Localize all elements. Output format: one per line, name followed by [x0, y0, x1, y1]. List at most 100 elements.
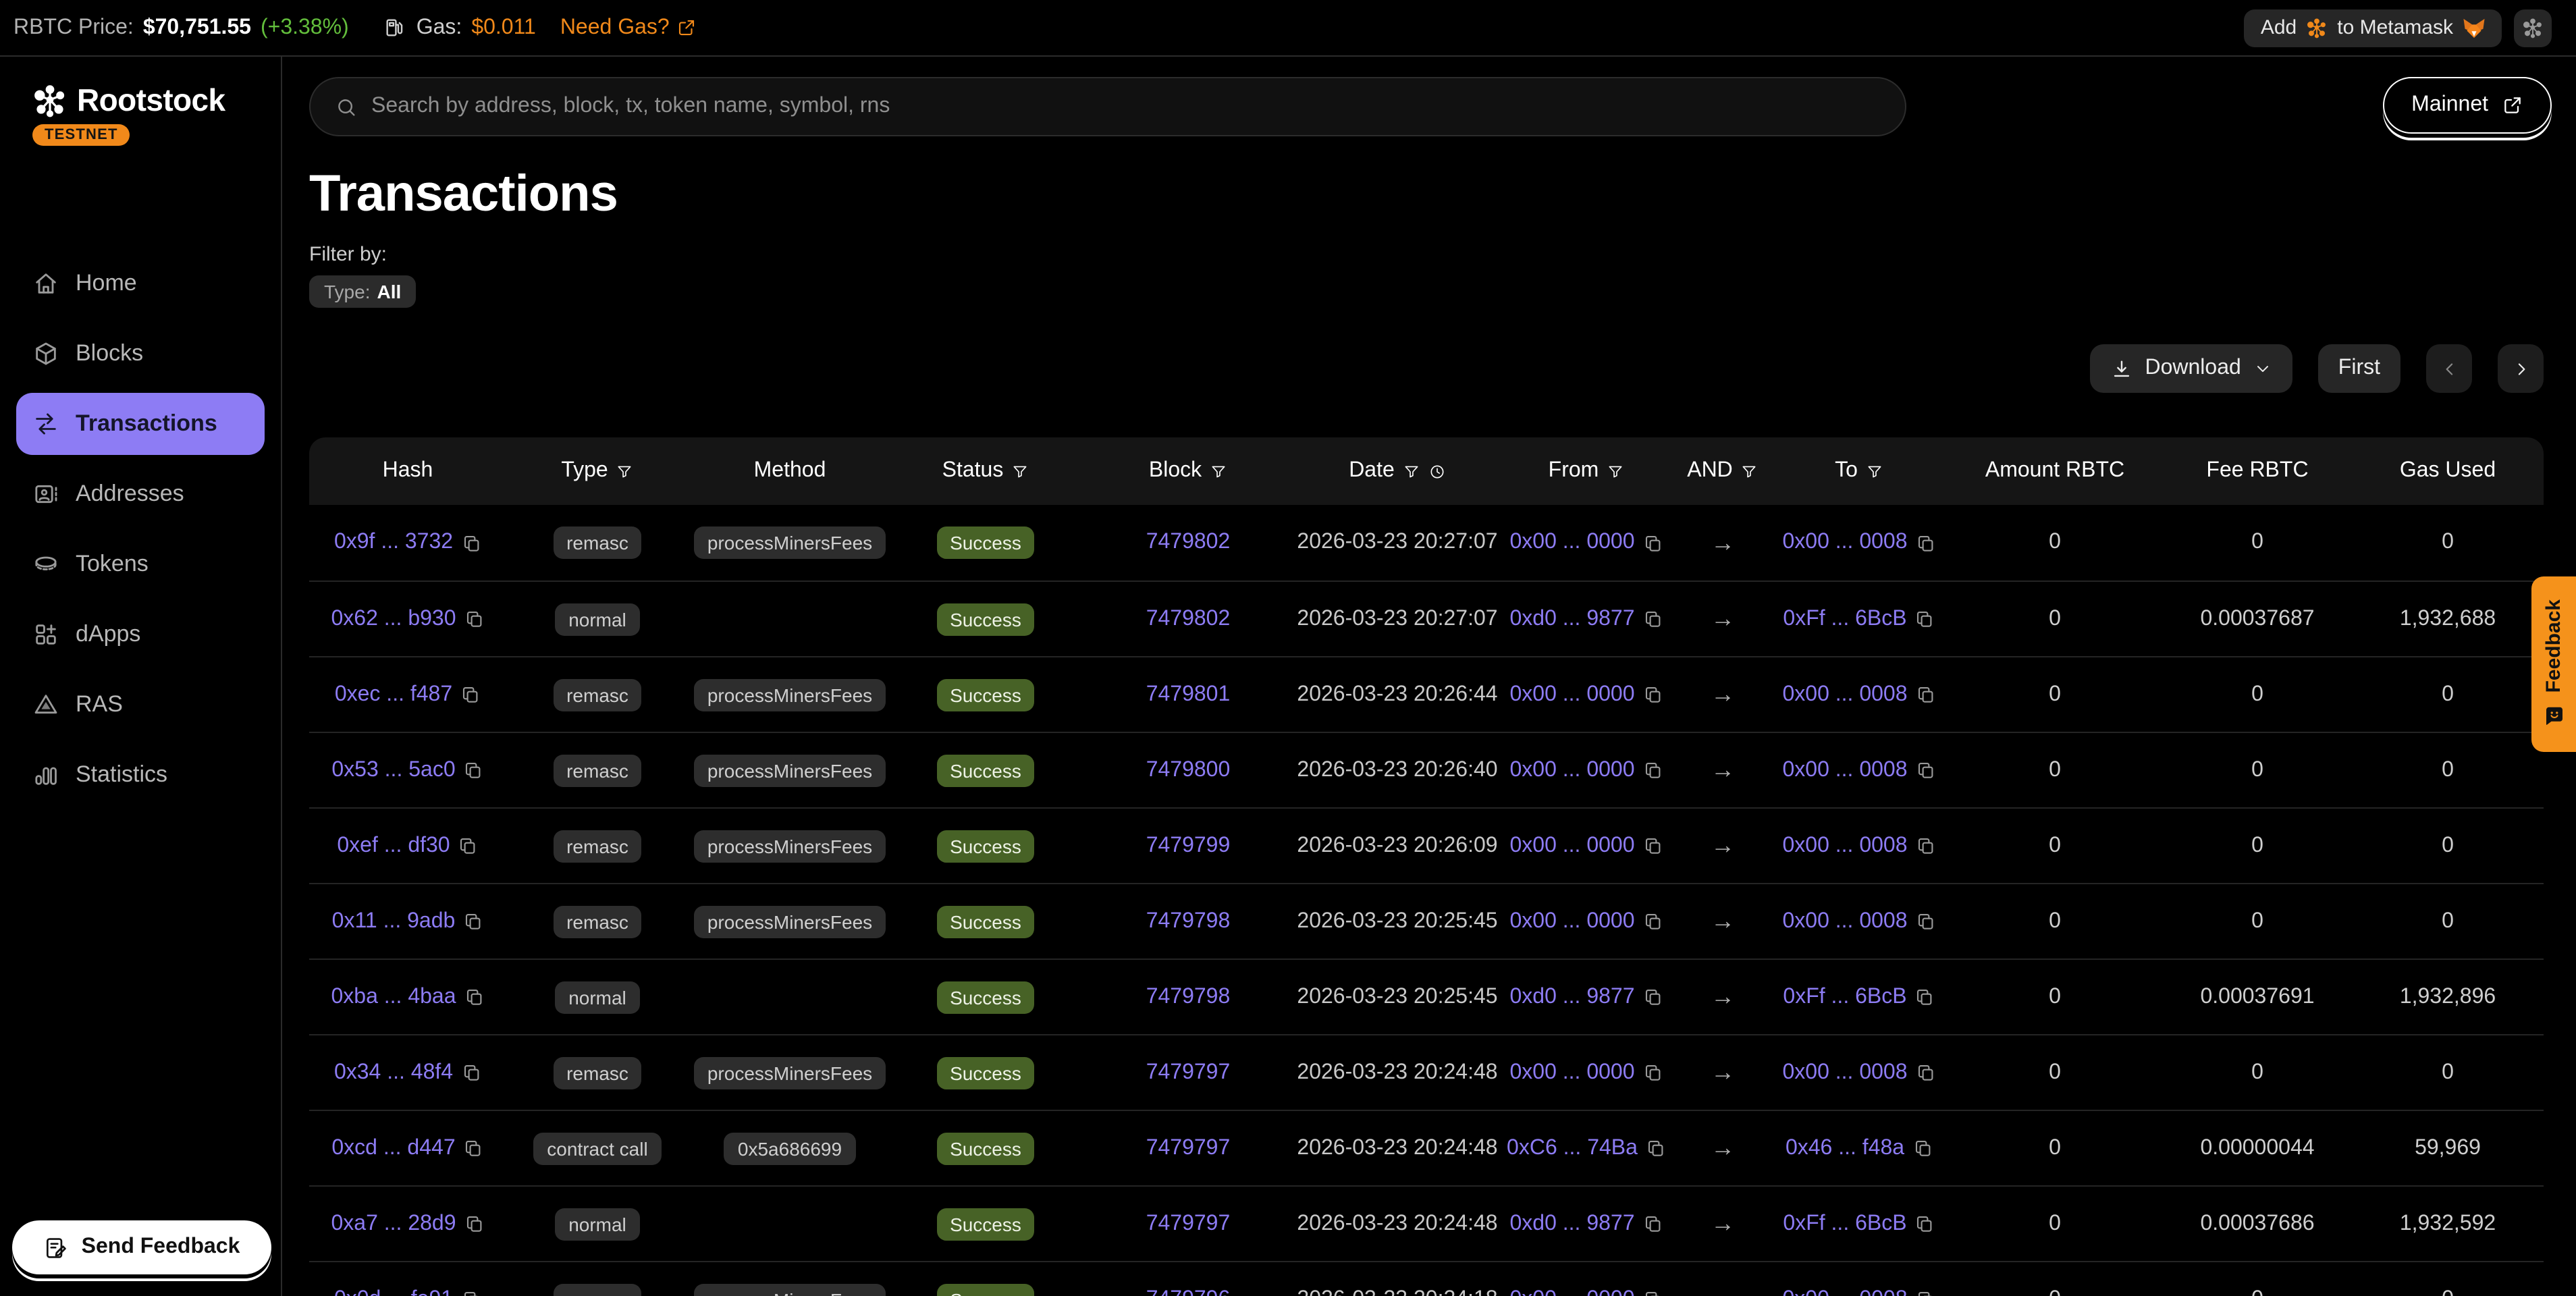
- column-header-date[interactable]: Date: [1296, 437, 1499, 505]
- tx-hash-link[interactable]: 0xa7 ... 28d9: [331, 1212, 456, 1236]
- copy-icon[interactable]: [1916, 533, 1936, 553]
- copy-icon[interactable]: [1916, 1062, 1936, 1083]
- sidebar-item-home[interactable]: Home: [16, 252, 265, 315]
- copy-icon[interactable]: [464, 609, 485, 629]
- block-link[interactable]: 7479797: [1146, 1136, 1231, 1160]
- to-address-link[interactable]: 0xFf ... 6BcB: [1783, 1212, 1906, 1236]
- to-address-link[interactable]: 0x46 ... f48a: [1786, 1136, 1904, 1160]
- block-link[interactable]: 7479798: [1146, 909, 1231, 934]
- tx-hash-link[interactable]: 0xef ... df30: [337, 834, 450, 858]
- from-address-link[interactable]: 0xd0 ... 9877: [1509, 607, 1634, 631]
- tx-hash-link[interactable]: 0x0d ... fe91: [334, 1287, 453, 1296]
- copy-icon[interactable]: [1643, 987, 1663, 1007]
- sidebar-item-addresses[interactable]: Addresses: [16, 463, 265, 525]
- copy-icon[interactable]: [461, 1062, 481, 1083]
- tx-hash-link[interactable]: 0xec ... f487: [335, 682, 452, 707]
- copy-icon[interactable]: [1915, 609, 1935, 629]
- copy-icon[interactable]: [1643, 1214, 1663, 1234]
- tx-hash-link[interactable]: 0x11 ... 9adb: [332, 909, 456, 934]
- to-address-link[interactable]: 0x00 ... 0008: [1782, 682, 1907, 707]
- copy-icon[interactable]: [464, 1138, 484, 1158]
- from-address-link[interactable]: 0x00 ... 0000: [1509, 834, 1634, 858]
- copy-icon[interactable]: [1916, 684, 1936, 705]
- column-header-type[interactable]: Type: [506, 437, 689, 505]
- next-page-button[interactable]: [2498, 344, 2544, 393]
- copy-icon[interactable]: [1915, 987, 1935, 1007]
- copy-icon[interactable]: [1916, 760, 1936, 780]
- sidebar-item-blocks[interactable]: Blocks: [16, 323, 265, 385]
- copy-icon[interactable]: [460, 684, 481, 705]
- to-address-link[interactable]: 0x00 ... 0008: [1782, 834, 1907, 858]
- tx-hash-link[interactable]: 0xcd ... d447: [331, 1136, 455, 1160]
- copy-icon[interactable]: [461, 533, 481, 553]
- to-address-link[interactable]: 0x00 ... 0008: [1782, 758, 1907, 782]
- copy-icon[interactable]: [1643, 533, 1663, 553]
- to-address-link[interactable]: 0xFf ... 6BcB: [1783, 985, 1906, 1009]
- copy-icon[interactable]: [464, 760, 484, 780]
- from-address-link[interactable]: 0x00 ... 0000: [1509, 1060, 1634, 1085]
- from-address-link[interactable]: 0x00 ... 0000: [1509, 682, 1634, 707]
- copy-icon[interactable]: [461, 1289, 481, 1296]
- column-header-to[interactable]: To: [1771, 437, 1947, 505]
- column-header-from[interactable]: From: [1499, 437, 1674, 505]
- search-input[interactable]: [371, 94, 1881, 119]
- tx-hash-link[interactable]: 0xba ... 4baa: [331, 985, 456, 1009]
- download-button[interactable]: Download: [2089, 344, 2292, 393]
- copy-icon[interactable]: [463, 911, 483, 932]
- column-header-block[interactable]: Block: [1080, 437, 1296, 505]
- to-address-link[interactable]: 0x00 ... 0008: [1782, 909, 1907, 934]
- block-link[interactable]: 7479796: [1146, 1287, 1231, 1296]
- to-address-link[interactable]: 0x00 ... 0008: [1782, 1060, 1907, 1085]
- from-address-link[interactable]: 0x00 ... 0000: [1509, 531, 1634, 555]
- copy-icon[interactable]: [1643, 684, 1663, 705]
- from-address-link[interactable]: 0xd0 ... 9877: [1509, 985, 1634, 1009]
- copy-icon[interactable]: [1916, 836, 1936, 856]
- sidebar-item-dapps[interactable]: dApps: [16, 603, 265, 666]
- sidebar-item-tokens[interactable]: Tokens: [16, 533, 265, 595]
- need-gas-link[interactable]: Need Gas?: [560, 16, 697, 40]
- block-link[interactable]: 7479799: [1146, 834, 1231, 858]
- type-filter-chip[interactable]: Type: All: [309, 275, 416, 308]
- tx-hash-link[interactable]: 0x53 ... 5ac0: [331, 758, 455, 782]
- tx-hash-link[interactable]: 0x34 ... 48f4: [334, 1060, 453, 1085]
- send-feedback-button[interactable]: Send Feedback: [12, 1220, 271, 1274]
- block-link[interactable]: 7479801: [1146, 682, 1231, 707]
- copy-icon[interactable]: [1643, 911, 1663, 932]
- first-page-button[interactable]: First: [2318, 344, 2400, 393]
- from-address-link[interactable]: 0x00 ... 0000: [1509, 909, 1634, 934]
- sidebar-item-statistics[interactable]: Statistics: [16, 744, 265, 806]
- copy-icon[interactable]: [1916, 911, 1936, 932]
- copy-icon[interactable]: [458, 836, 479, 856]
- copy-icon[interactable]: [1912, 1138, 1933, 1158]
- copy-icon[interactable]: [1646, 1138, 1666, 1158]
- copy-icon[interactable]: [1643, 760, 1663, 780]
- from-address-link[interactable]: 0xd0 ... 9877: [1509, 1212, 1634, 1236]
- copy-icon[interactable]: [1643, 1062, 1663, 1083]
- copy-icon[interactable]: [1643, 609, 1663, 629]
- copy-icon[interactable]: [1916, 1289, 1936, 1296]
- block-link[interactable]: 7479802: [1146, 531, 1231, 555]
- block-link[interactable]: 7479802: [1146, 607, 1231, 631]
- block-link[interactable]: 7479798: [1146, 985, 1231, 1009]
- block-link[interactable]: 7479797: [1146, 1060, 1231, 1085]
- brand[interactable]: Rootstock: [32, 82, 281, 119]
- block-link[interactable]: 7479797: [1146, 1212, 1231, 1236]
- copy-icon[interactable]: [464, 1214, 485, 1234]
- column-header-status[interactable]: Status: [891, 437, 1080, 505]
- block-link[interactable]: 7479800: [1146, 758, 1231, 782]
- mainnet-switch-button[interactable]: Mainnet: [2383, 77, 2552, 134]
- sidebar-item-transactions[interactable]: Transactions: [16, 393, 265, 455]
- tx-hash-link[interactable]: 0x9f ... 3732: [334, 531, 453, 555]
- from-address-link[interactable]: 0x00 ... 0000: [1509, 1287, 1634, 1296]
- add-to-metamask-button[interactable]: Add to Metamask: [2245, 9, 2502, 47]
- to-address-link[interactable]: 0x00 ... 0008: [1782, 1287, 1907, 1296]
- feedback-tab[interactable]: Feedback: [2531, 576, 2576, 752]
- column-header-and[interactable]: AND: [1674, 437, 1771, 505]
- from-address-link[interactable]: 0xC6 ... 74Ba: [1507, 1136, 1638, 1160]
- sidebar-item-ras[interactable]: RAS: [16, 674, 265, 736]
- rootstock-apps-button[interactable]: [2514, 9, 2552, 47]
- prev-page-button[interactable]: [2426, 344, 2472, 393]
- copy-icon[interactable]: [1643, 1289, 1663, 1296]
- to-address-link[interactable]: 0xFf ... 6BcB: [1783, 607, 1906, 631]
- copy-icon[interactable]: [1915, 1214, 1935, 1234]
